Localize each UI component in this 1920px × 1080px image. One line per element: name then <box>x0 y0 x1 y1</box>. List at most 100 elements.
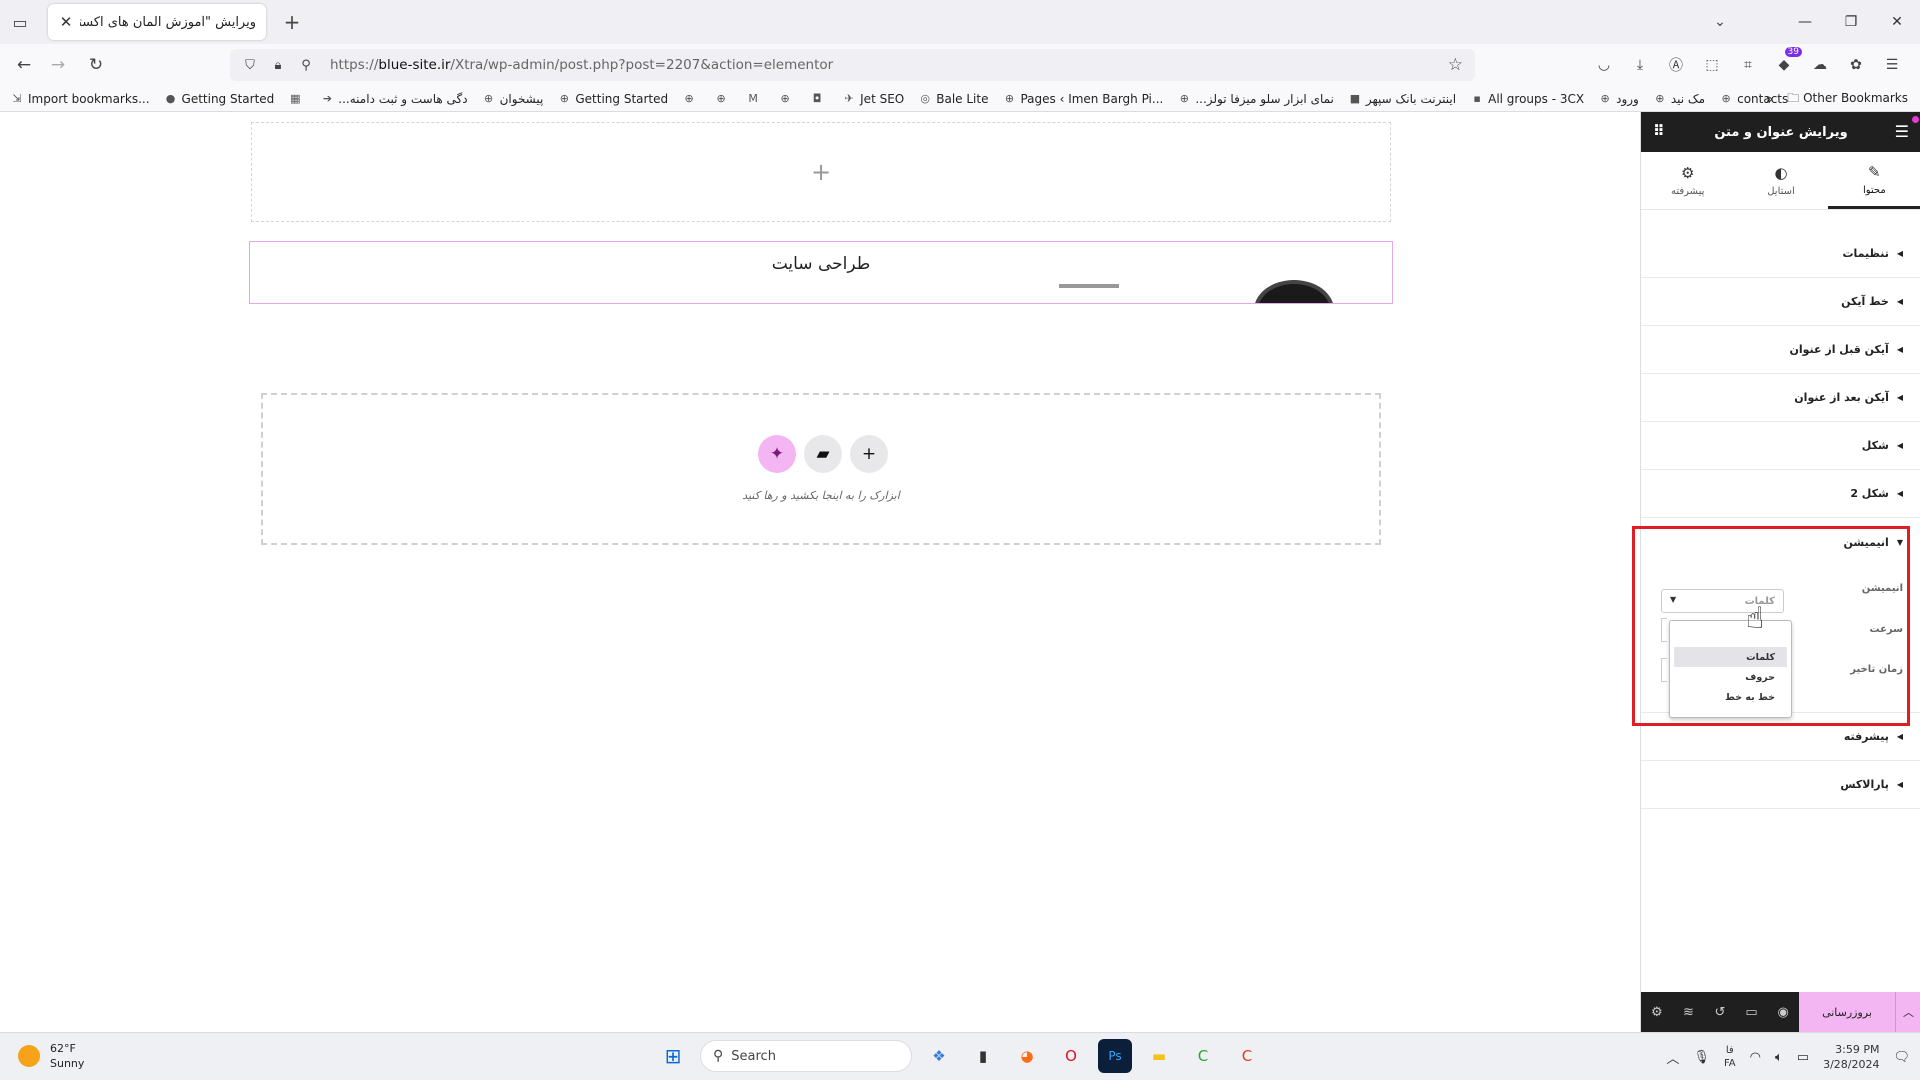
section-icon-line[interactable]: ◀ خط آیکن <box>1641 278 1920 326</box>
bookmark-item[interactable]: ◘ <box>810 92 828 106</box>
bookmark-item[interactable]: ⊕ پیشخوان <box>482 92 543 106</box>
browser-tab-active[interactable]: ویرایش "آموزش المان های اکسترا – ت ✕ <box>48 4 266 40</box>
back-icon[interactable]: ← <box>12 53 36 77</box>
clock[interactable]: 3:59 PM 3/28/2024 <box>1823 1042 1879 1072</box>
preview-eye-icon[interactable]: ◉ <box>1767 1005 1799 1020</box>
crop-icon[interactable]: ⌗ <box>1736 53 1760 77</box>
new-tab-icon[interactable]: + <box>280 10 304 34</box>
bookmark-item[interactable]: ⊕ <box>682 92 700 106</box>
bookmark-item[interactable]: ■ اینترنت بانک سپهر <box>1348 92 1456 106</box>
account-icon[interactable]: Ⓐ <box>1664 53 1688 77</box>
hamburger-menu-icon[interactable]: ☰ <box>1880 53 1904 77</box>
vpn-extension-icon[interactable]: ◆ 39 <box>1772 47 1802 77</box>
section-settings[interactable]: ◀ تنظیمات <box>1641 230 1920 278</box>
bookmark-item[interactable]: ▪ All groups - 3CX <box>1470 92 1584 106</box>
history-icon[interactable]: ↺ <box>1704 1005 1736 1020</box>
puzzle-icon[interactable]: ✿ <box>1844 53 1868 77</box>
heading-text[interactable]: طراحی سایت <box>250 254 1392 274</box>
section-icon-before-title[interactable]: ◀ آیکن قبل از عنوان <box>1641 326 1920 374</box>
globe-icon: ⊕ <box>1179 92 1189 105</box>
task-view-icon[interactable]: ▮ <box>966 1039 1000 1073</box>
download-icon[interactable]: ⤓ <box>1628 53 1652 77</box>
ai-sparkle-icon[interactable]: ✦ <box>758 435 796 473</box>
globe-icon: ⊕ <box>780 92 790 105</box>
bookmark-item[interactable]: ⊕ ...نمای ابزار سلو میزفا تولز <box>1177 92 1334 106</box>
tab-list-icon[interactable]: ▭ <box>8 10 32 34</box>
layers-icon[interactable]: ≋ <box>1673 1005 1705 1020</box>
bookmark-item[interactable]: ✈ Jet SEO <box>842 92 905 106</box>
windows-start-icon[interactable]: ⊞ <box>656 1039 690 1073</box>
minimize-icon[interactable]: — <box>1782 0 1828 44</box>
bookmark-item[interactable]: M <box>746 92 764 106</box>
close-window-icon[interactable]: ✕ <box>1874 0 1920 44</box>
camtasia-icon[interactable]: C <box>1186 1039 1220 1073</box>
settings-icon[interactable]: ⚙ <box>1641 1005 1673 1020</box>
update-button[interactable]: بروزرسانی <box>1799 992 1895 1032</box>
pocket-icon[interactable]: ◡ <box>1592 53 1616 77</box>
recorder-icon[interactable]: C <box>1230 1039 1264 1073</box>
firefox-icon[interactable]: ◕ <box>1010 1039 1044 1073</box>
url-text[interactable]: https://blue-site.ir/Xtra/wp-admin/post.… <box>330 57 833 73</box>
weather-widget[interactable]: 62°F Sunny <box>18 1041 84 1071</box>
bookmark-item[interactable]: ◎ Bale Lite <box>918 92 988 106</box>
address-bar[interactable]: ⛉ 🔒︎ ⚲ https://blue-site.ir/Xtra/wp-admi… <box>230 49 1475 81</box>
section-shape[interactable]: ◀ شکل <box>1641 422 1920 470</box>
chevron-down-icon[interactable]: ⌄ <box>1708 10 1732 34</box>
section-parallax[interactable]: ◀ پارالاکس <box>1641 761 1920 809</box>
cloud-icon[interactable]: ☁ <box>1808 53 1832 77</box>
battery-icon[interactable]: ▭ <box>1797 1050 1809 1065</box>
tab-style[interactable]: ◐ استایل <box>1734 152 1827 209</box>
bookmark-item[interactable]: ⊕ <box>714 92 732 106</box>
copilot-icon[interactable]: ❖ <box>922 1039 956 1073</box>
weather-condition: Sunny <box>50 1057 85 1070</box>
restore-icon[interactable]: ❐ <box>1828 0 1874 44</box>
bookmark-star-icon[interactable]: ☆ <box>1448 55 1463 75</box>
notifications-icon[interactable]: 🗨︎ <box>1893 1050 1910 1065</box>
more-bookmarks-icon[interactable]: » <box>1766 92 1773 106</box>
drop-zone[interactable]: ✦ ▰ + ابزارک را به اینجا بکشید و رها کنی… <box>261 393 1381 545</box>
extensions-icon[interactable]: ⬚ <box>1700 53 1724 77</box>
globe-icon: ⊕ <box>716 92 726 105</box>
volume-icon[interactable]: 🔈︎ <box>1775 1050 1783 1065</box>
bookmark-item[interactable]: ➔ ...دگی هاست و ثبت دامنه <box>320 92 468 106</box>
responsive-icon[interactable]: ▭ <box>1736 1005 1768 1020</box>
taskbar-search[interactable]: ⚲ Search <box>700 1040 912 1072</box>
empty-section[interactable]: + <box>251 122 1391 222</box>
other-bookmarks[interactable]: 🗀 Other Bookmarks <box>1787 89 1908 110</box>
tab-advanced[interactable]: ⚙ پیشرفته <box>1641 152 1734 209</box>
shield-icon[interactable]: ⛉ <box>240 58 260 73</box>
close-icon[interactable]: ✕ <box>58 13 74 31</box>
chevron-up-icon[interactable]: ︿ <box>1666 1048 1679 1067</box>
photoshop-icon[interactable]: Ps <box>1098 1039 1132 1073</box>
folder-icon[interactable]: ▰ <box>804 435 842 473</box>
bookmark-item[interactable]: ▦ <box>288 92 306 106</box>
bookmark-item[interactable]: ⊕ <box>778 92 796 106</box>
forward-icon[interactable]: → <box>46 53 70 77</box>
language-indicator[interactable]: فا FA <box>1724 1044 1736 1070</box>
add-icon[interactable]: + <box>850 435 888 473</box>
microphone-icon[interactable]: 🎙︎ <box>1693 1050 1710 1065</box>
widgets-grid-icon[interactable]: ⠿ <box>1653 122 1665 140</box>
bookmark-item[interactable]: ⊕ مک نید <box>1653 92 1705 106</box>
reload-icon[interactable]: ↻ <box>84 53 108 77</box>
bookmark-item[interactable]: ● Getting Started <box>164 92 275 106</box>
bookmark-item[interactable]: ⊕ ورود <box>1598 92 1639 106</box>
bookmark-item[interactable]: ⊕ Pages ‹ Imen Bargh Pi... <box>1002 92 1163 106</box>
hamburger-menu-icon[interactable]: ☰ <box>1895 122 1909 141</box>
file-explorer-icon[interactable]: ▬ <box>1142 1039 1176 1073</box>
tab-content[interactable]: ✎ محتوا <box>1827 152 1920 209</box>
wifi-icon[interactable]: ◠ <box>1750 1050 1761 1065</box>
section-shape-2[interactable]: ◀ شکل 2 <box>1641 470 1920 518</box>
permissions-icon[interactable]: ⚲ <box>296 58 316 73</box>
section-icon-after-title[interactable]: ◀ آیکن بعد از عنوان <box>1641 374 1920 422</box>
heading-widget[interactable]: طراحی سایت <box>249 241 1393 304</box>
heading-underline <box>1059 284 1119 288</box>
lock-icon[interactable]: 🔒︎ <box>268 58 288 73</box>
add-section-icon[interactable]: + <box>811 158 831 186</box>
opera-icon[interactable]: O <box>1054 1039 1088 1073</box>
chevron-up-icon[interactable]: ︿ <box>1895 992 1920 1032</box>
bookmark-item[interactable]: ⊕ Getting Started <box>557 92 668 106</box>
globe-icon: ⊕ <box>1655 92 1665 105</box>
elementor-canvas: + طراحی سایت ✦ ▰ + ابزارک را به اینجا بک… <box>0 112 1640 1032</box>
bookmark-item[interactable]: ⇲ Import bookmarks... <box>10 92 149 106</box>
